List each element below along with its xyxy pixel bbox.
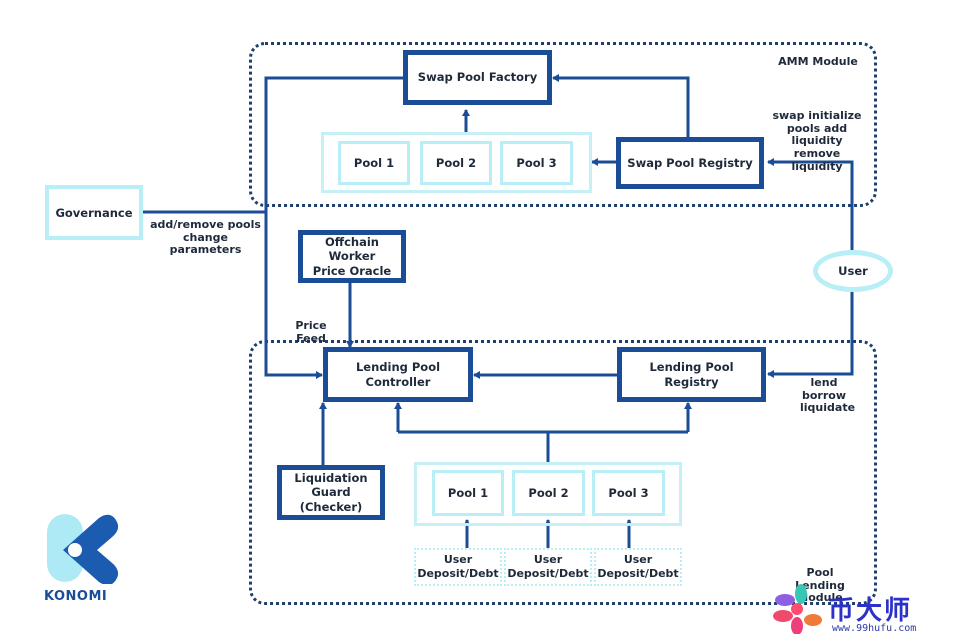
governance[interactable]: Governance bbox=[45, 185, 143, 240]
edge-lending-pools-branch bbox=[396, 403, 690, 462]
governance-actions-label: add/remove pools change parameters bbox=[150, 218, 261, 257]
lending-pool-1[interactable]: Pool 1 bbox=[432, 470, 504, 516]
amm-pool-1[interactable]: Pool 1 bbox=[338, 141, 410, 185]
user-deposit-debt-2[interactable]: User Deposit/Debt bbox=[504, 548, 592, 586]
amm-pool-2[interactable]: Pool 2 bbox=[420, 141, 492, 185]
user-lending-actions-label: lend borrow liquidate bbox=[800, 376, 856, 415]
flower-logo-icon bbox=[773, 584, 822, 634]
user-node[interactable]: User bbox=[813, 250, 893, 292]
price-feed-label: Price Feed bbox=[295, 319, 327, 345]
user-deposit-debt-1[interactable]: User Deposit/Debt bbox=[414, 548, 502, 586]
edge-user-to-swap-registry bbox=[767, 158, 854, 250]
swap-pool-registry[interactable]: Swap Pool Registry bbox=[616, 137, 764, 189]
konomi-k-logo-icon bbox=[47, 514, 119, 584]
watermark-title: 币大师 bbox=[828, 596, 913, 626]
offchain-worker-price-oracle[interactable]: Offchain Worker Price Oracle bbox=[298, 230, 406, 283]
lending-pool-2[interactable]: Pool 2 bbox=[512, 470, 585, 516]
edge-registry-to-factory bbox=[552, 74, 690, 139]
konomi-logo-text: KONOMI bbox=[44, 589, 108, 604]
watermark-url: www.99hufu.com bbox=[832, 623, 917, 634]
lending-pool-3[interactable]: Pool 3 bbox=[592, 470, 665, 516]
lending-pool-registry[interactable]: Lending Pool Registry bbox=[617, 347, 766, 402]
user-amm-actions-label: swap initialize pools add liquidity remo… bbox=[772, 109, 862, 173]
edge-user-to-lending-registry bbox=[767, 292, 854, 378]
lending-pool-controller[interactable]: Lending Pool Controller bbox=[323, 347, 473, 402]
amm-pool-3[interactable]: Pool 3 bbox=[500, 141, 573, 185]
swap-pool-factory[interactable]: Swap Pool Factory bbox=[403, 50, 552, 105]
liquidation-guard[interactable]: Liquidation Guard (Checker) bbox=[277, 465, 385, 520]
user-deposit-debt-3[interactable]: User Deposit/Debt bbox=[594, 548, 682, 586]
